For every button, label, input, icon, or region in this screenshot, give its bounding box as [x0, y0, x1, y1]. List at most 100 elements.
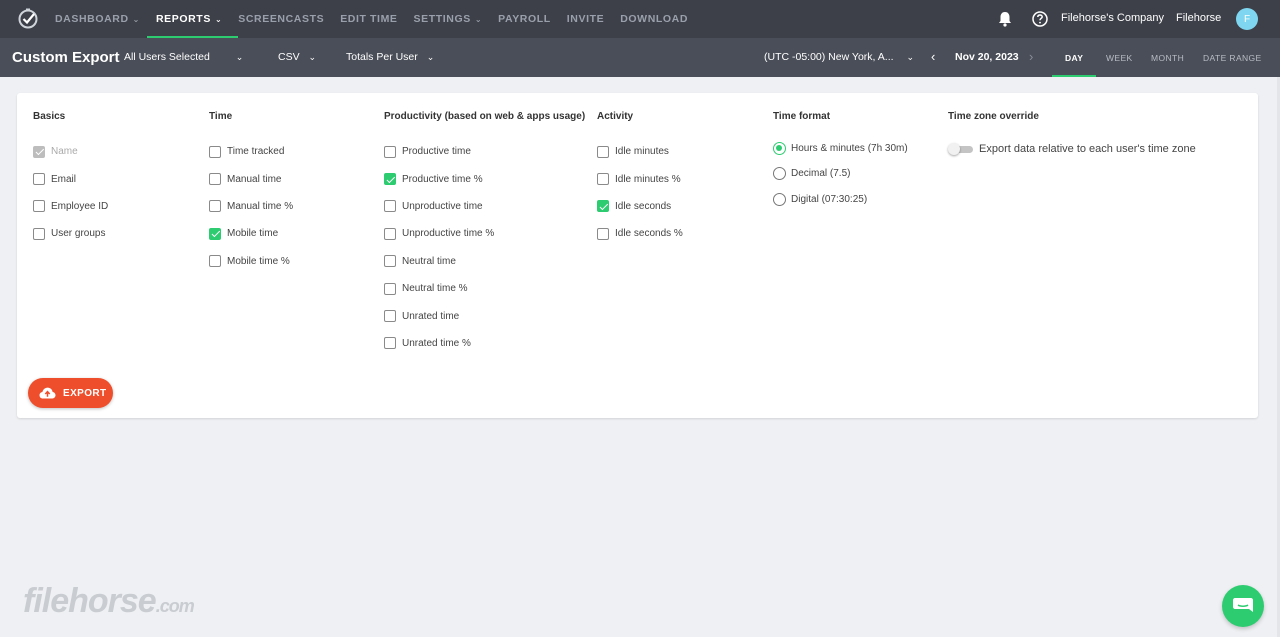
nav-item-settings[interactable]: SETTINGS ⌄ [406, 0, 491, 38]
chevron-down-icon: ⌄ [906, 52, 915, 62]
option-productive-time[interactable]: Productive time [384, 138, 585, 165]
chat-bubble-icon [1233, 598, 1253, 612]
nav-item-label: INVITE [566, 13, 605, 25]
option-mobile-time[interactable]: Mobile time [209, 220, 293, 247]
tab-month[interactable]: MONTH [1151, 38, 1184, 77]
nav-item-reports[interactable]: REPORTS ⌄ [146, 0, 239, 38]
time-format-option[interactable]: Decimal (7.5) [773, 161, 908, 186]
checkbox-checked[interactable] [597, 200, 609, 213]
checkbox[interactable] [384, 145, 396, 158]
option-label: Idle seconds % [615, 228, 683, 240]
nav-item-label: DASHBOARD [55, 13, 129, 25]
avatar[interactable]: F [1236, 8, 1258, 30]
option-employee-id[interactable]: Employee ID [33, 193, 108, 220]
checkbox[interactable] [384, 227, 396, 240]
checkbox[interactable] [33, 227, 45, 240]
time-format-radio-group: Hours & minutes (7h 30m) Decimal (7.5) Dig… [773, 136, 908, 212]
option-manual-time-percent[interactable]: Manual time % [209, 193, 293, 220]
radio[interactable] [773, 192, 786, 206]
checkbox[interactable] [209, 255, 221, 268]
option-productive-time-percent[interactable]: Productive time % [384, 165, 585, 192]
time-format-heading: Time format [773, 111, 831, 122]
nav-item-download[interactable]: DOWNLOAD [612, 0, 696, 38]
nav-item-label: EDIT TIME [340, 13, 398, 25]
checkbox[interactable] [597, 227, 609, 240]
checkbox[interactable] [597, 145, 609, 158]
current-date[interactable]: Nov 20, 2023 [955, 51, 1019, 63]
activity-options: Idle minutes Idle minutes % Idle seconds Id… [597, 138, 683, 248]
time-format-option[interactable]: Digital (07:30:25) [773, 187, 908, 212]
option-unproductive-time-percent[interactable]: Unproductive time % [384, 220, 585, 247]
option-idle-minutes[interactable]: Idle minutes [597, 138, 683, 165]
nav-item-payroll[interactable]: PAYROLL [490, 0, 559, 38]
help-icon[interactable] [1031, 10, 1049, 28]
option-unrated-time-percent[interactable]: Unrated time % [384, 330, 585, 357]
notification-bell-icon[interactable] [996, 10, 1014, 28]
checkbox[interactable] [384, 255, 396, 268]
format-dropdown[interactable]: CSV ⌄ [278, 51, 316, 63]
radio[interactable] [773, 167, 786, 181]
previous-date-icon[interactable]: ‹ [931, 49, 935, 64]
option-label: Manual time [227, 173, 282, 185]
radio-selected[interactable] [773, 142, 786, 156]
option-email[interactable]: Email [33, 165, 108, 192]
app-logo-icon[interactable] [17, 8, 39, 30]
grouping-dropdown-label: Totals Per User [346, 51, 418, 63]
option-unrated-time[interactable]: Unrated time [384, 302, 585, 329]
checkbox-checked[interactable] [209, 227, 221, 240]
nav-item-edit-time[interactable]: EDIT TIME [332, 0, 405, 38]
company-name[interactable]: Filehorse's Company [1061, 12, 1164, 24]
nav-item-label: SCREENCASTS [238, 13, 325, 25]
option-manual-time[interactable]: Manual time [209, 165, 293, 192]
chevron-down-icon: ⌄ [474, 14, 483, 24]
next-date-icon[interactable]: › [1029, 49, 1033, 64]
checkbox[interactable] [33, 200, 45, 213]
checkbox-checked[interactable] [384, 173, 396, 186]
nav-item-dashboard[interactable]: DASHBOARD ⌄ [47, 0, 148, 38]
timezone-override-toggle[interactable] [948, 143, 973, 155]
page-title: Custom Export [12, 49, 120, 66]
time-format-option[interactable]: Hours & minutes (7h 30m) [773, 136, 908, 161]
checkbox[interactable] [33, 173, 45, 186]
export-button[interactable]: EXPORT [28, 378, 113, 408]
option-label: User groups [51, 228, 106, 240]
option-name: Name [33, 138, 108, 165]
nav-item-invite[interactable]: INVITE [559, 0, 612, 38]
option-idle-minutes-percent[interactable]: Idle minutes % [597, 165, 683, 192]
checkbox[interactable] [384, 310, 396, 323]
tab-week[interactable]: WEEK [1106, 38, 1133, 77]
option-neutral-time[interactable]: Neutral time [384, 248, 585, 275]
option-unproductive-time[interactable]: Unproductive time [384, 193, 585, 220]
chevron-down-icon: ⌄ [426, 52, 435, 62]
option-idle-seconds[interactable]: Idle seconds [597, 193, 683, 220]
users-dropdown[interactable]: All Users Selected ⌄ [124, 51, 243, 63]
chat-button[interactable] [1222, 585, 1264, 627]
tab-day[interactable]: DAY [1051, 38, 1098, 77]
option-time-tracked[interactable]: Time tracked [209, 138, 293, 165]
productivity-column: Productivity (based on web & apps usage)… [384, 111, 585, 357]
option-idle-seconds-percent[interactable]: Idle seconds % [597, 220, 683, 247]
option-label: Idle minutes % [615, 173, 681, 185]
chevron-down-icon: ⌄ [235, 52, 244, 62]
option-mobile-time-percent[interactable]: Mobile time % [209, 248, 293, 275]
checkbox[interactable] [209, 173, 221, 186]
nav-item-screencasts[interactable]: SCREENCASTS [230, 0, 332, 38]
checkbox[interactable] [384, 200, 396, 213]
option-label: Unproductive time % [402, 228, 495, 240]
option-neutral-time-percent[interactable]: Neutral time % [384, 275, 585, 302]
option-label: Email [51, 173, 77, 185]
nav-item-label: REPORTS [155, 13, 211, 25]
user-name[interactable]: Filehorse [1176, 12, 1221, 24]
activity-heading: Activity [597, 111, 634, 122]
tab-date-range[interactable]: DATE RANGE [1203, 38, 1262, 77]
checkbox[interactable] [384, 337, 396, 350]
option-user-groups[interactable]: User groups [33, 220, 108, 247]
checkbox[interactable] [209, 200, 221, 213]
checkbox[interactable] [209, 145, 221, 158]
timezone-dropdown[interactable]: (UTC -05:00) New York, A... ⌄ [764, 51, 914, 63]
grouping-dropdown[interactable]: Totals Per User ⌄ [346, 51, 434, 63]
basics-heading: Basics [33, 111, 66, 122]
checkbox[interactable] [597, 173, 609, 186]
checkbox[interactable] [384, 282, 396, 295]
time-options: Time tracked Manual time Manual time % Mobi… [209, 138, 293, 275]
